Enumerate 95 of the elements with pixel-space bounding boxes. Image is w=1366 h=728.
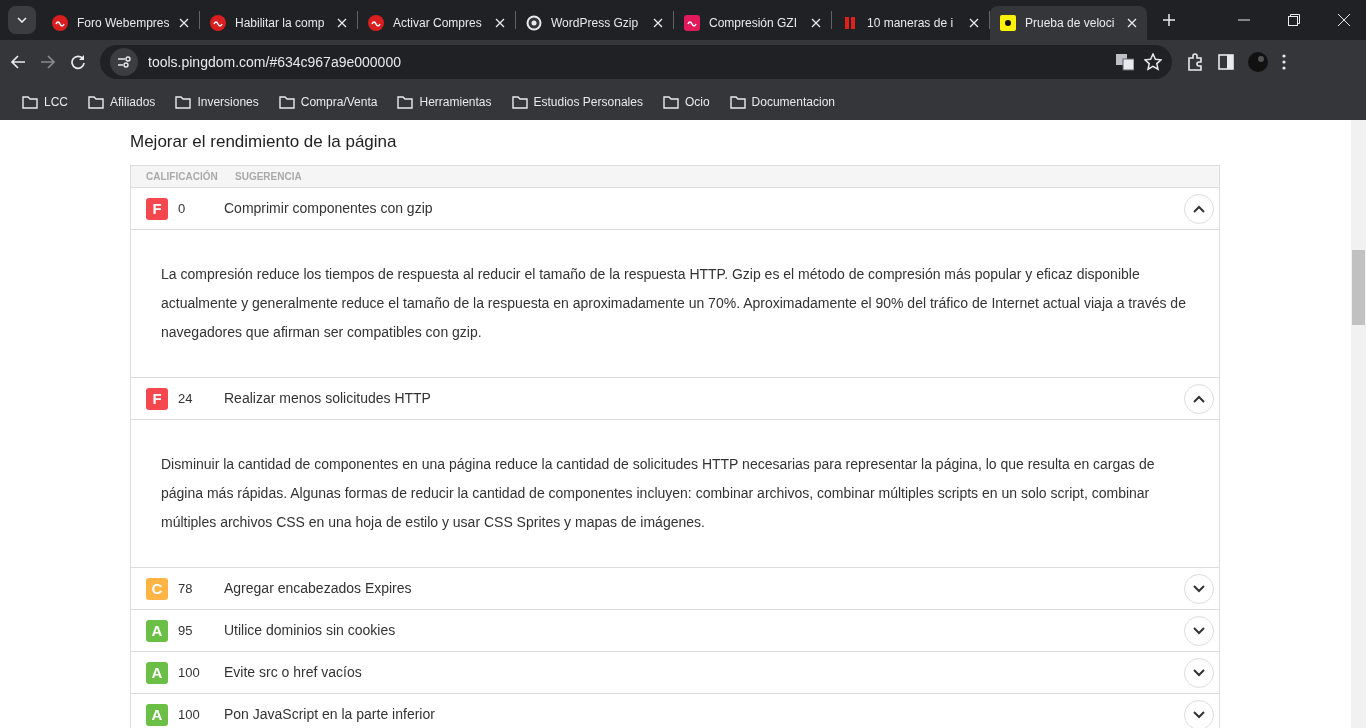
tab-title: Foro Webempres <box>77 15 170 32</box>
grade-badge: F <box>146 387 168 410</box>
close-icon[interactable] <box>1127 18 1137 28</box>
suggestion-text: Comprimir componentes con gzip <box>224 199 434 219</box>
chevron-down-icon <box>1193 626 1205 635</box>
browser-tab[interactable]: Prueba de veloci <box>990 6 1147 40</box>
suggestion-text: Realizar menos solicitudes HTTP <box>224 389 432 409</box>
description-text: Disminuir la cantidad de componentes en una página reduce la cantidad de solicitudes HTTP necesarias para representar la página, lo que resulta en cargas de página más rápidas. Algunas formas de reducir la cantidad de componentes incluyen: combinar archivos, combinar múltiples scripts en un solo script, combinar múltiples archivos CSS en una hoja de estilo y usar CSS Sprites y mapas de imágenes. <box>131 420 1219 569</box>
bookmark-item[interactable]: Compra/Venta <box>268 93 388 111</box>
close-icon[interactable] <box>811 18 821 28</box>
expand-toggle-button[interactable] <box>1184 699 1214 728</box>
restore-icon[interactable] <box>1288 14 1300 26</box>
bookmark-item[interactable]: LCC <box>12 93 78 111</box>
suggestion-text: Pon JavaScript en la parte inferior <box>224 705 436 725</box>
browser-tab[interactable]: Activar Compres <box>358 6 515 40</box>
close-icon[interactable] <box>179 18 189 28</box>
browser-tab[interactable]: WordPress Gzip <box>516 6 673 40</box>
plus-icon <box>1163 14 1175 26</box>
tab-title: 10 maneras de i <box>867 15 955 32</box>
folder-icon <box>511 95 528 109</box>
bookmark-item[interactable]: Estudios Personales <box>501 93 653 111</box>
bookmark-item[interactable]: Herramientas <box>387 93 502 111</box>
chevron-down-icon <box>1193 584 1205 593</box>
expand-toggle-button[interactable] <box>1184 615 1214 646</box>
score-text: 78 <box>177 580 194 599</box>
square-logo-icon <box>684 15 700 31</box>
translate-icon[interactable] <box>1116 53 1134 71</box>
tab-title: Prueba de veloci <box>1025 15 1116 32</box>
browser-tab[interactable]: 10 maneras de i <box>832 6 989 40</box>
chevron-up-icon <box>1193 204 1205 213</box>
reload-icon[interactable] <box>70 54 86 70</box>
tab-title: WordPress Gzip <box>551 15 640 32</box>
score-text: 24 <box>177 390 194 409</box>
close-icon[interactable] <box>653 18 663 28</box>
chevron-down-icon <box>1193 710 1205 719</box>
star-icon[interactable] <box>1144 53 1162 71</box>
site-settings-icon[interactable] <box>110 48 138 76</box>
section-title: Mejorar el rendimiento de la página <box>130 132 398 153</box>
score-text: 100 <box>177 664 201 683</box>
ring-logo-icon <box>526 15 542 31</box>
description-text: La compresión reduce los tiempos de respuesta al reducir el tamaño de la respuesta HTTP. Gzip es el método de compresión más popular y eficaz disponible actualmente y generalmente reduce el tamaño de la respuesta en aproximadamente un 70%. Aproximadamente el 90% del tráfico de Internet actual viaja a través de navegadores que afirman ser compatibles con gzip. <box>131 230 1219 379</box>
chevron-up-icon <box>1193 394 1205 403</box>
circle-logo-icon <box>210 15 226 31</box>
extensions-icon[interactable] <box>1186 53 1204 71</box>
folder-icon <box>662 95 679 109</box>
bookmark-item[interactable]: Ocio <box>652 93 720 111</box>
circle-logo-icon <box>52 15 68 31</box>
grade-badge: F <box>146 197 168 220</box>
menu-icon[interactable] <box>1282 54 1286 70</box>
grade-badge: C <box>146 577 168 600</box>
chevron-down-icon <box>1193 668 1205 677</box>
scrollbar-thumb[interactable] <box>1352 250 1365 325</box>
suggestion-text: Agregar encabezados Expires <box>224 579 413 599</box>
tile-logo-icon <box>1000 15 1016 31</box>
browser-tab[interactable]: Compresión GZI <box>674 6 831 40</box>
score-text: 100 <box>177 706 201 725</box>
forward-icon[interactable] <box>40 54 56 70</box>
folder-icon <box>278 95 295 109</box>
suggestion-text: Utilice dominios sin cookies <box>224 621 397 641</box>
expand-toggle-button[interactable] <box>1184 383 1214 414</box>
tab-title: Activar Compres <box>393 15 483 32</box>
circle-logo-icon <box>368 15 384 31</box>
tab-title: Compresión GZI <box>709 15 799 32</box>
browser-tab[interactable]: Habilitar la comp <box>200 6 357 40</box>
folder-icon <box>397 95 414 109</box>
folder-icon <box>22 95 38 109</box>
folder-icon <box>729 95 746 109</box>
expand-toggle-button[interactable] <box>1184 573 1214 604</box>
grade-badge: A <box>146 661 168 684</box>
suggestion-text: Evite src o href vacíos <box>224 663 363 683</box>
score-text: 0 <box>177 200 187 219</box>
close-icon[interactable] <box>969 18 979 28</box>
caret-icon <box>17 17 27 23</box>
avatar-icon[interactable] <box>1248 52 1268 72</box>
side-panel-icon[interactable] <box>1218 54 1234 70</box>
close-icon[interactable] <box>495 18 505 28</box>
bookmark-item[interactable]: Documentacion <box>719 93 845 111</box>
bars-logo-icon <box>842 15 858 31</box>
expand-toggle-button[interactable] <box>1184 193 1214 224</box>
folder-icon <box>88 95 104 109</box>
expand-toggle-button[interactable] <box>1184 657 1214 688</box>
browser-tab[interactable]: Foro Webempres <box>42 6 199 40</box>
grade-badge: A <box>146 703 168 726</box>
score-text: 95 <box>177 622 194 641</box>
column-header: CALIFICACIÓN <box>146 169 219 185</box>
close-icon[interactable] <box>337 18 347 28</box>
folder-icon <box>175 95 192 109</box>
bookmark-item[interactable]: Inversiones <box>165 93 269 111</box>
bookmark-item[interactable]: Afiliados <box>78 93 166 111</box>
close-icon[interactable] <box>1338 14 1350 26</box>
tab-title: Habilitar la comp <box>235 15 326 32</box>
grade-badge: A <box>146 619 168 642</box>
back-icon[interactable] <box>10 54 26 70</box>
tab-search-button[interactable] <box>8 6 36 34</box>
column-header: SUGERENCIA <box>235 170 302 185</box>
